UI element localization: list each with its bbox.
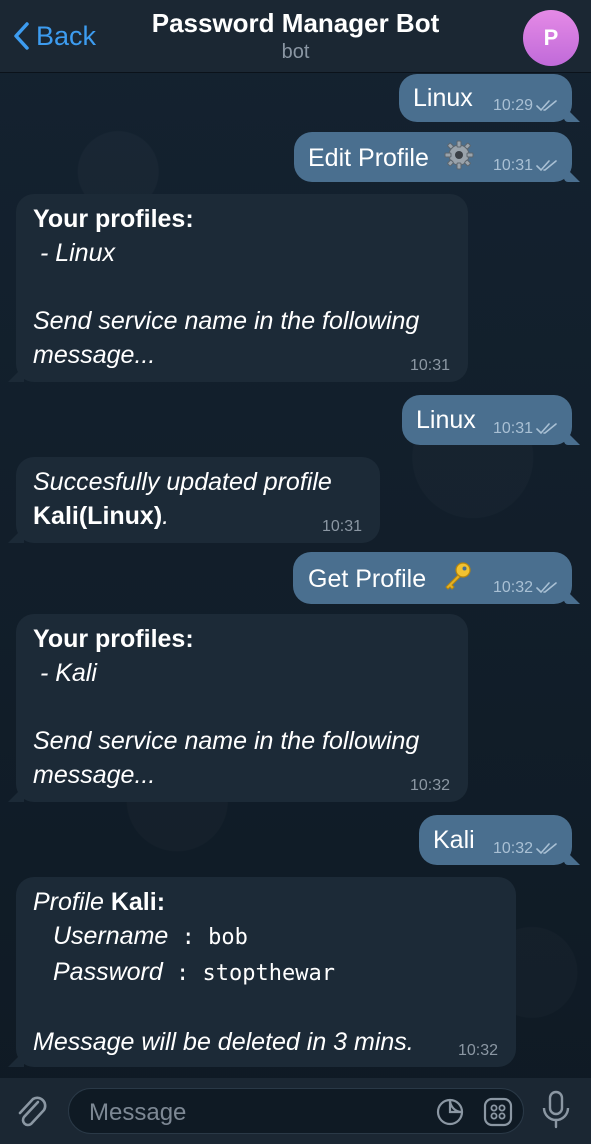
username-label: Username — [53, 922, 169, 950]
key-icon — [441, 560, 473, 601]
gear-icon — [444, 140, 474, 179]
message-text: Get Profile — [308, 565, 427, 594]
message-time: 10:31 — [409, 357, 450, 374]
incoming-message[interactable]: Succesfully updated profile Kali(Linux).… — [16, 457, 380, 543]
message-input[interactable] — [87, 1097, 421, 1129]
profile-name: Kali(Linux) — [33, 502, 163, 530]
message-title: Your profiles: — [33, 205, 194, 233]
password-row: Password : stopthewar — [33, 955, 500, 991]
separator: : — [168, 925, 209, 950]
incoming-message[interactable]: Your profiles: - Kali Send service name … — [16, 614, 468, 802]
back-label: Back — [36, 20, 97, 51]
time-label: 10:32 — [492, 579, 533, 596]
read-checkmarks-icon — [536, 843, 557, 855]
message-note: message... — [33, 341, 156, 369]
outgoing-message[interactable]: Linux 10:29 — [399, 74, 572, 122]
message-footer: Message will be deleted in 3 mins. — [33, 1028, 414, 1056]
back-button[interactable]: Back — [12, 18, 96, 54]
message-input-bar — [0, 1078, 591, 1144]
avatar[interactable]: P — [523, 10, 579, 66]
time-label: 10:31 — [492, 420, 533, 437]
profile-list-item: - Linux — [33, 239, 115, 267]
profile-header: Profile Kali: — [33, 885, 500, 919]
message-text: Kali — [433, 826, 475, 854]
punctuation: . — [162, 502, 170, 530]
chevron-left-icon — [14, 22, 29, 50]
message-time: 10:32 — [457, 1042, 498, 1059]
paperclip-icon[interactable] — [14, 1092, 50, 1132]
message-text: Succesfully updated profile — [33, 468, 332, 496]
time-label: 10:32 — [492, 840, 533, 857]
outgoing-message[interactable]: Linux 10:31 — [402, 395, 572, 445]
message-text: Linux — [416, 406, 476, 434]
message-text: Linux — [413, 84, 473, 112]
message-note: Send service name in the following — [33, 307, 420, 335]
outgoing-message[interactable]: Kali 10:32 — [419, 815, 572, 865]
outgoing-message[interactable]: Get Profile 10:32 — [293, 552, 572, 604]
bot-commands-icon[interactable] — [483, 1097, 513, 1132]
profile-name: Kali — [110, 888, 157, 916]
message-title: Your profiles: — [33, 625, 194, 653]
message-time: 10:29 — [493, 98, 558, 114]
read-checkmarks-icon — [536, 582, 557, 594]
password-label: Password — [53, 958, 163, 986]
message-text: Kali(Linux). — [33, 499, 364, 533]
incoming-message[interactable]: Your profiles: - Linux Send service name… — [16, 194, 468, 382]
message-time: 10:32 — [409, 777, 450, 794]
time-label: 10:29 — [492, 97, 533, 114]
message-field[interactable] — [68, 1088, 524, 1134]
message-time: 10:31 — [321, 518, 362, 535]
profile-label: Profile — [33, 888, 104, 916]
message-time: 10:31 — [493, 421, 558, 437]
sticker-icon[interactable] — [435, 1097, 465, 1132]
separator: : — [162, 961, 203, 986]
read-checkmarks-icon — [536, 160, 557, 172]
profile-list-item: - Kali — [33, 659, 97, 687]
chat-header: Back Password Manager Bot bot P — [0, 0, 591, 73]
incoming-message[interactable]: Profile Kali: Username : bob Password : … — [16, 877, 516, 1067]
username-row: Username : bob — [33, 919, 500, 955]
password-value[interactable]: stopthewar — [203, 961, 335, 986]
username-value[interactable]: bob — [208, 925, 248, 950]
message-text: Edit Profile — [308, 144, 429, 173]
message-time: 10:32 — [493, 580, 558, 596]
time-label: 10:31 — [492, 157, 533, 174]
message-note: Send service name in the following — [33, 727, 420, 755]
read-checkmarks-icon — [536, 100, 557, 112]
message-note: message... — [33, 761, 156, 789]
microphone-icon[interactable] — [540, 1090, 572, 1135]
outgoing-message[interactable]: Edit Profile 10:31 — [294, 132, 572, 182]
read-checkmarks-icon — [536, 423, 557, 435]
message-time: 10:32 — [493, 841, 558, 857]
message-time: 10:31 — [493, 158, 558, 174]
colon: : — [156, 888, 166, 916]
